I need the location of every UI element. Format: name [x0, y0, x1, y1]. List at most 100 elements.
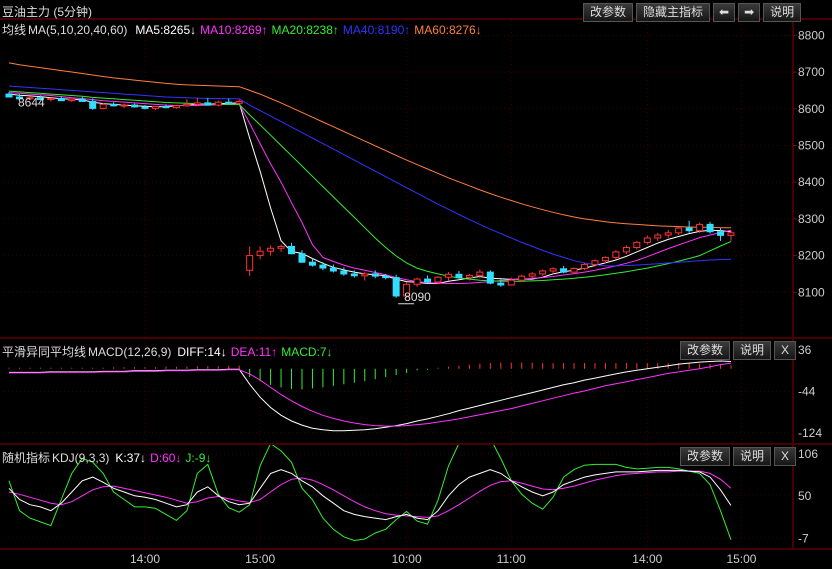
candle-down: [5, 93, 13, 98]
y-tick-label: 8400: [798, 175, 825, 189]
candle-up: [434, 276, 442, 283]
kdj-close-button[interactable]: X: [774, 447, 797, 466]
macd-value-label: MACD:7↓: [281, 345, 333, 359]
candle-up: [99, 103, 107, 109]
candle-down: [308, 261, 316, 266]
candle-up: [413, 278, 421, 285]
candle-down: [424, 278, 432, 283]
candle-down: [706, 223, 714, 233]
candle-up: [601, 256, 609, 262]
diff-label: DIFF:14↓: [177, 345, 227, 359]
arrow-left-icon[interactable]: ⬅: [713, 3, 736, 22]
candle-down: [382, 275, 390, 279]
candle-down: [319, 264, 327, 269]
y-tick-label: 8800: [798, 28, 825, 42]
candle-down: [486, 271, 494, 284]
ma-params: MA(5,10,20,40,60): [28, 23, 128, 37]
candle-down: [57, 97, 65, 102]
low-price-label: 8090: [404, 290, 431, 304]
candle-down: [78, 98, 86, 102]
kdj-name: 随机指标: [2, 451, 51, 465]
candle-up: [549, 268, 557, 272]
candle-up: [120, 104, 128, 107]
candle-up: [235, 100, 243, 104]
candle-up: [654, 234, 662, 239]
candle-up: [444, 273, 452, 278]
ma5-label: MA5:8265↓: [135, 23, 197, 37]
y-tick-label: 8600: [798, 102, 825, 116]
kdj-legend: 随机指标 KDJ(9,3,3) K:37↓ D:60↓ J:-9↓: [2, 449, 215, 466]
candle-down: [288, 245, 296, 255]
candle-up: [277, 245, 285, 249]
candle-down: [685, 227, 693, 232]
x-tick-label: 14:00: [130, 552, 160, 566]
candle-down: [329, 267, 337, 272]
candle-down: [350, 273, 358, 277]
chart-title-bar: 豆油主力 (5分钟): [2, 3, 96, 20]
help-button[interactable]: 说明: [763, 3, 802, 22]
candle-down: [162, 106, 170, 109]
candle-up: [675, 227, 683, 234]
y-tick-label: -124: [798, 426, 822, 440]
candle-up: [465, 274, 473, 279]
candle-up: [214, 101, 222, 106]
candle-up: [581, 263, 589, 269]
main-toolbar: 改参数 隐藏主指标 ⬅ ➡ 说明: [583, 3, 802, 22]
macd-close-button[interactable]: X: [774, 341, 797, 360]
candle-up: [518, 275, 526, 281]
x-tick-label: 15:00: [726, 552, 756, 566]
candle-down: [497, 282, 505, 286]
candle-down: [560, 268, 568, 273]
candle-down: [141, 106, 149, 109]
macd-modify-params-button[interactable]: 改参数: [680, 341, 731, 360]
hide-main-indicator-button[interactable]: 隐藏主指标: [636, 3, 711, 22]
candle-up: [528, 273, 536, 277]
candle-down: [371, 273, 379, 277]
y-tick-label: 8300: [798, 212, 825, 226]
candle-up: [246, 255, 254, 271]
candle-down: [110, 103, 118, 107]
kdj-toolbar: 改参数 说明 X: [680, 447, 797, 466]
candle-up: [570, 267, 578, 273]
candle-up: [361, 273, 369, 277]
macd-toolbar: 改参数 说明 X: [680, 341, 797, 360]
candle-up: [193, 102, 201, 105]
candle-up: [633, 241, 641, 249]
candle-up: [183, 103, 191, 107]
macd-params: MACD(12,26,9): [88, 345, 172, 359]
y-tick-label: -7: [798, 531, 809, 545]
macd-help-button[interactable]: 说明: [733, 341, 772, 360]
y-tick-label: 8100: [798, 285, 825, 299]
ma60-label: MA60:8276↓: [414, 23, 482, 37]
modify-params-button[interactable]: 改参数: [583, 3, 634, 22]
arrow-right-icon[interactable]: ➡: [738, 3, 761, 22]
y-tick-label: 106: [798, 447, 818, 461]
candle-up: [622, 247, 630, 253]
x-tick-label: 10:00: [392, 552, 422, 566]
y-tick-label: 8200: [798, 249, 825, 263]
candle-up: [591, 260, 599, 265]
candle-up: [151, 106, 159, 109]
candle-down: [131, 104, 139, 108]
ma20-label: MA20:8238↑: [271, 23, 339, 37]
candle-up: [696, 223, 704, 232]
candle-down: [225, 101, 233, 104]
k-label: K:37↓: [115, 451, 147, 465]
candle-up: [47, 97, 55, 101]
candle-up: [727, 232, 735, 236]
ma-indicator-name: 均线: [2, 23, 27, 37]
x-tick-label: 14:00: [632, 552, 662, 566]
kline-chart: 14:00 15:00 10:00 11:00 14:00 15:00 8800 8700 86…: [0, 0, 832, 569]
kdj-modify-params-button[interactable]: 改参数: [680, 447, 731, 466]
candle-up: [476, 271, 484, 276]
candle-down: [455, 273, 463, 279]
candle-up: [643, 237, 651, 243]
y-tick-label: 8700: [798, 65, 825, 79]
kdj-help-button[interactable]: 说明: [733, 447, 772, 466]
ma-legend: 均线 MA(5,10,20,40,60) MA5:8265↓ MA10:8269↑ MA…: [2, 21, 486, 38]
kdj-params: KDJ(9,3,3): [52, 451, 110, 465]
dea-label: DEA:11↑: [230, 345, 278, 359]
candle-up: [612, 251, 620, 258]
candle-up: [68, 98, 76, 102]
candle-up: [664, 232, 672, 236]
